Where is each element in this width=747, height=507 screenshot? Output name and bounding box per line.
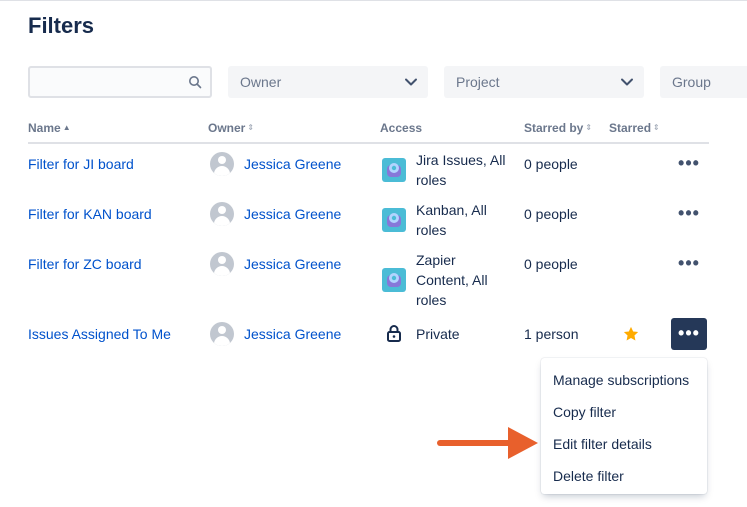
starred-by-count: 0 people: [524, 206, 578, 222]
delete-filter-item[interactable]: Delete filter: [541, 460, 707, 492]
more-actions-button-active[interactable]: •••: [671, 318, 707, 350]
sort-icon: ⇕: [653, 123, 660, 132]
star-icon[interactable]: [622, 325, 640, 343]
column-header-starred-by[interactable]: Starred by ⇕: [524, 121, 592, 135]
lock-icon: [387, 325, 401, 342]
owner-link[interactable]: Jessica Greene: [244, 326, 341, 342]
access-text: Zapier Content, All roles: [416, 252, 488, 308]
top-border: [0, 0, 747, 1]
starred-by-count: 0 people: [524, 156, 578, 172]
column-header-name[interactable]: Name ▲: [28, 121, 71, 135]
project-avatar-icon: [382, 268, 406, 292]
sort-icon: ⇕: [247, 123, 255, 132]
access-text: Jira Issues, All roles: [416, 152, 506, 188]
group-select-label: Group: [672, 74, 711, 90]
project-select[interactable]: Project: [444, 66, 644, 98]
page-title: Filters: [28, 13, 95, 38]
owner-link[interactable]: Jessica Greene: [244, 256, 341, 272]
chevron-down-icon: [405, 78, 417, 86]
project-select-label: Project: [456, 74, 500, 90]
search-field[interactable]: [28, 66, 212, 98]
avatar: [210, 152, 234, 176]
chevron-down-icon: [621, 78, 633, 86]
filter-actions-menu: Manage subscriptions Copy filter Edit fi…: [541, 358, 707, 494]
search-icon: [189, 76, 202, 89]
filter-name-link[interactable]: Issues Assigned To Me: [28, 326, 171, 342]
more-actions-button[interactable]: •••: [671, 248, 707, 280]
filter-name-link[interactable]: Filter for KAN board: [28, 206, 152, 222]
starred-by-count: 1 person: [524, 326, 579, 342]
more-actions-button[interactable]: •••: [671, 148, 707, 180]
group-select[interactable]: Group: [660, 66, 747, 98]
search-input[interactable]: [30, 68, 180, 96]
sort-ascending-icon: ▲: [62, 123, 71, 132]
header-divider: [28, 142, 709, 144]
starred-by-count: 0 people: [524, 256, 578, 272]
filter-name-link[interactable]: Filter for JI board: [28, 156, 134, 172]
access-text: Private: [416, 326, 460, 342]
owner-select[interactable]: Owner: [228, 66, 428, 98]
avatar: [210, 202, 234, 226]
manage-subscriptions-item[interactable]: Manage subscriptions: [541, 364, 707, 396]
access-text: Kanban, All roles: [416, 202, 487, 238]
project-avatar-icon: [382, 158, 406, 182]
owner-select-label: Owner: [240, 74, 282, 90]
owner-link[interactable]: Jessica Greene: [244, 206, 341, 222]
column-header-owner[interactable]: Owner ⇕: [208, 121, 254, 135]
sort-icon: ⇕: [585, 123, 593, 132]
edit-filter-details-item[interactable]: Edit filter details: [541, 428, 707, 460]
filter-name-link[interactable]: Filter for ZC board: [28, 256, 142, 272]
annotation-arrow-icon: [437, 427, 538, 459]
copy-filter-item[interactable]: Copy filter: [541, 396, 707, 428]
more-actions-button[interactable]: •••: [671, 198, 707, 230]
avatar: [210, 252, 234, 276]
column-header-access: Access: [380, 121, 423, 135]
owner-link[interactable]: Jessica Greene: [244, 156, 341, 172]
avatar: [210, 322, 234, 346]
project-avatar-icon: [382, 208, 406, 232]
column-header-starred[interactable]: Starred ⇕: [609, 121, 660, 135]
